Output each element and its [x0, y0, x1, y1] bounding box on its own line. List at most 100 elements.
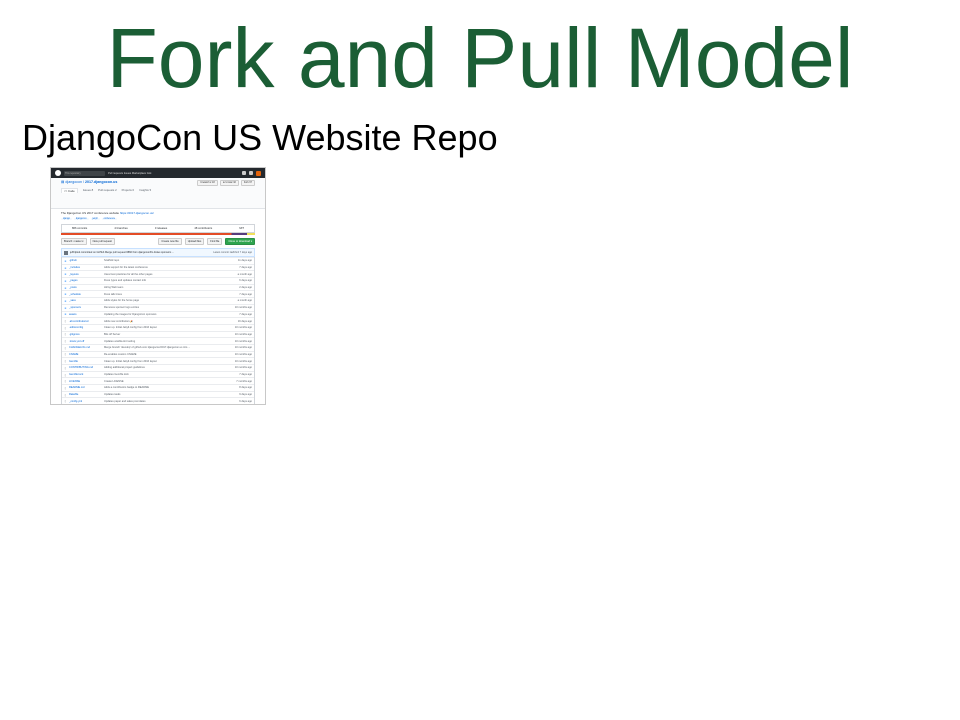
file-commit-message: Adds a contributors badge to README [104, 386, 149, 390]
file-commit-message: Adds new contributors 🎉 [104, 319, 134, 323]
file-name: _pages [69, 279, 78, 283]
file-commit-message: Updates tasks [104, 393, 121, 397]
file-age: 10 months ago [234, 339, 252, 343]
tab-code: <> Code [61, 188, 78, 193]
file-commit-message: Fixes typos and updates contact info [104, 279, 147, 283]
file-name: _config.yml [69, 399, 83, 403]
file-age: a month ago [237, 272, 252, 276]
repo-header: ▤ djangocon / 2017.djangocon.us Unwatch … [51, 178, 265, 209]
file-age: 10 months ago [234, 366, 252, 370]
commit-message: jefftriplett committed on GitHub Merge p… [70, 251, 175, 254]
github-logo-icon [55, 170, 61, 176]
file-row: ■ _pages Fixes typos and updates contact i… [62, 277, 254, 284]
topic-tag: djangocon [73, 218, 89, 220]
file-age: 16 days ago [237, 319, 252, 323]
find-file-button: Find file [207, 238, 223, 245]
file-age: 2 days ago [239, 286, 252, 290]
file-age: 9 days ago [239, 393, 252, 397]
folder-icon: ■ [64, 305, 67, 310]
latest-commit-bar: jefftriplett committed on GitHub Merge p… [61, 248, 255, 257]
file-name: _includes [69, 266, 80, 270]
commits-count: 866 commits [72, 227, 88, 230]
repo-about: The DjangoCon US 2017 conference website… [51, 209, 265, 217]
file-name: CONTRIBUTING.md [69, 366, 94, 370]
github-header: This repository Pull requests Issues Mar… [51, 168, 265, 178]
new-pull-request-button: New pull request [89, 238, 115, 245]
folder-icon: ■ [64, 258, 67, 263]
tab-insights: Insights ▾ [139, 188, 151, 192]
file-commit-message: Re-enables custom CNAME [104, 352, 137, 356]
create-file-button: Create new file [158, 238, 182, 245]
repo-stats: 866 commits 4 branches 0 releases 48 con… [61, 224, 255, 233]
file-age: 10 months ago [234, 306, 252, 310]
notification-icon [242, 170, 246, 175]
file-icon: ▯ [64, 345, 67, 350]
file-age: 10 months ago [234, 352, 252, 356]
file-commit-message: Updates paper and sales post dates [104, 399, 146, 403]
repo-tabs: <> Code Issues 8 Pull requests 2 Project… [61, 188, 255, 193]
file-age: 11 days ago [238, 259, 252, 263]
header-actions [242, 170, 261, 176]
file-row: ▯ CHANGELOG.md Merge branch 'develop' of g… [62, 343, 254, 351]
folder-icon: ■ [64, 272, 67, 277]
license: MIT [239, 227, 244, 230]
file-commit-message: Updates ansible-lint tooling [104, 339, 136, 343]
language-bar [61, 233, 255, 235]
file-row: ▯ .editorconfig Clean up. Initial Jekyll c… [62, 323, 254, 331]
file-commit-message: Adding additional project guidelines [104, 366, 145, 370]
file-commit-message: Hiring Web team [104, 286, 124, 290]
repo-topics: django djangocon jekyll conference [51, 218, 265, 220]
file-name: Rakefile [69, 393, 79, 397]
avatar [256, 170, 261, 176]
file-icon: ▯ [64, 365, 67, 370]
folder-icon: ■ [64, 298, 67, 303]
folder-icon: ■ [64, 285, 67, 290]
file-commit-message: Scaffold repo [104, 259, 120, 263]
file-commit-message: Uses best practices for all the other pa… [104, 272, 153, 276]
file-name: _schedule [69, 292, 81, 296]
topic-tag: jekyll [90, 218, 100, 220]
file-name: _posts [69, 286, 77, 290]
folder-icon: ■ [64, 265, 67, 270]
file-age: 10 months ago [234, 359, 252, 363]
file-commit-message: Clean up. Initial Jekyll config from 201… [104, 326, 157, 330]
file-name: _sponsors [69, 306, 81, 310]
tab-pull-requests: Pull requests 2 [98, 188, 117, 192]
file-row: ■ _sponsors Removes sponsor logo entries 10… [62, 303, 254, 311]
file-age: 10 months ago [234, 346, 252, 350]
branches-count: 4 branches [114, 227, 128, 230]
file-commit-message: Adds styles for the home page [104, 299, 140, 303]
file-name: _sass [69, 299, 76, 303]
file-icon: ▯ [64, 372, 67, 377]
topic-tag: conference [101, 218, 117, 220]
upload-files-button: Upload files [184, 238, 205, 245]
file-name: README.md [69, 386, 85, 390]
file-row: ▯ .all-contributorsrc Adds new contributor… [62, 317, 254, 324]
file-name: assets [69, 312, 77, 316]
slide-subtitle: DjangoCon US Website Repo [22, 117, 498, 158]
file-icon: ▯ [64, 392, 67, 397]
file-commit-message: Clean up. Initial Jekyll config from 201… [104, 359, 157, 363]
file-commit-message: Fixes talk times [104, 292, 122, 296]
file-name: .github [69, 259, 77, 263]
slide-title: Fork and Pull Model [106, 11, 854, 105]
repo-owner: djangocon [65, 180, 82, 184]
file-name: .gitignore [69, 332, 80, 336]
file-name: LICENSE [69, 379, 81, 383]
fork-button: Fork 67 [240, 180, 255, 186]
watch-button: Unwatch ▾ 18 [197, 180, 218, 186]
github-repo-screenshot: This repository Pull requests Issues Mar… [50, 167, 266, 405]
file-icon: ▯ [64, 359, 67, 364]
file-name: Gemfile [69, 359, 78, 363]
file-row: ▯ Gemfile.lock Updates Gemfile lock 7 days … [62, 370, 254, 378]
file-name: .all-contributorsrc [69, 319, 89, 323]
file-row: ▯ .gitignore Bits off Server 10 months ago [62, 330, 254, 338]
book-icon: ▤ [61, 180, 65, 184]
file-row: ▯ _config.yml Updates paper and sales post… [62, 397, 254, 404]
file-icon: ▯ [64, 379, 67, 384]
file-name: .travis.yml.off [69, 339, 85, 343]
file-age: 7 months ago [236, 379, 252, 383]
plus-icon [249, 170, 253, 175]
file-row: ■ _layouts Uses best practices for all the… [62, 270, 254, 277]
file-age: 7 days ago [239, 312, 252, 316]
